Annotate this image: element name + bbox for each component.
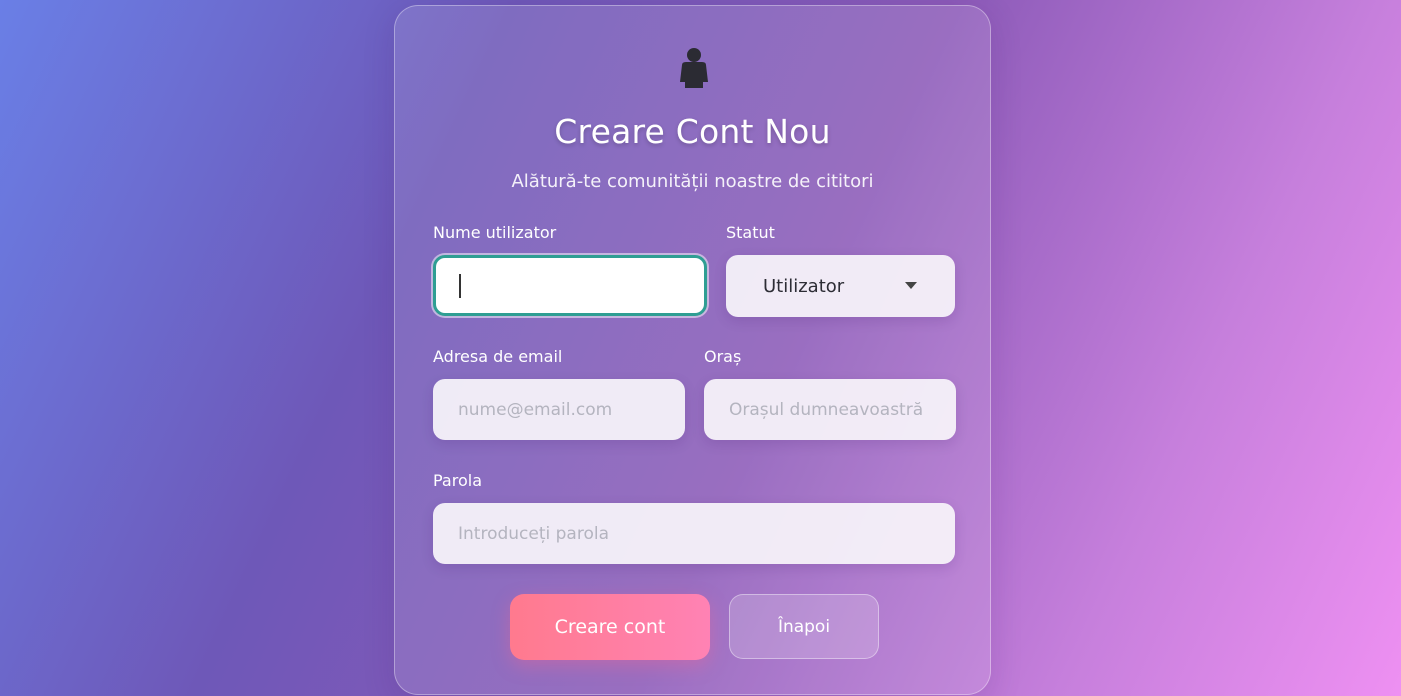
email-placeholder: nume@email.com [458, 399, 613, 420]
status-selected-value: Utilizator [763, 275, 845, 297]
password-placeholder: Introduceți parola [458, 523, 609, 544]
page-title: Creare Cont Nou [554, 112, 831, 151]
page-subtitle: Alătură-te comunității noastre de citito… [511, 171, 874, 192]
status-select[interactable]: Utilizator [726, 255, 955, 317]
password-label: Parola [433, 471, 482, 490]
email-input[interactable]: nume@email.com [433, 379, 685, 440]
username-input[interactable] [433, 255, 707, 316]
signup-card: Creare Cont Nou Alătură-te comunității n… [394, 5, 991, 695]
city-label: Oraș [704, 347, 742, 366]
person-icon [680, 48, 708, 88]
password-input[interactable]: Introduceți parola [433, 503, 955, 564]
dropdown-arrow-icon[interactable] [905, 282, 917, 289]
create-account-button[interactable]: Creare cont [510, 594, 710, 660]
text-caret [459, 273, 461, 298]
status-label: Statut [726, 223, 775, 242]
username-label: Nume utilizator [433, 223, 557, 242]
city-input[interactable]: Orașul dumneavoastră [704, 379, 956, 440]
email-label: Adresa de email [433, 347, 563, 366]
back-button[interactable]: Înapoi [729, 594, 879, 659]
city-placeholder: Orașul dumneavoastră [729, 399, 924, 420]
